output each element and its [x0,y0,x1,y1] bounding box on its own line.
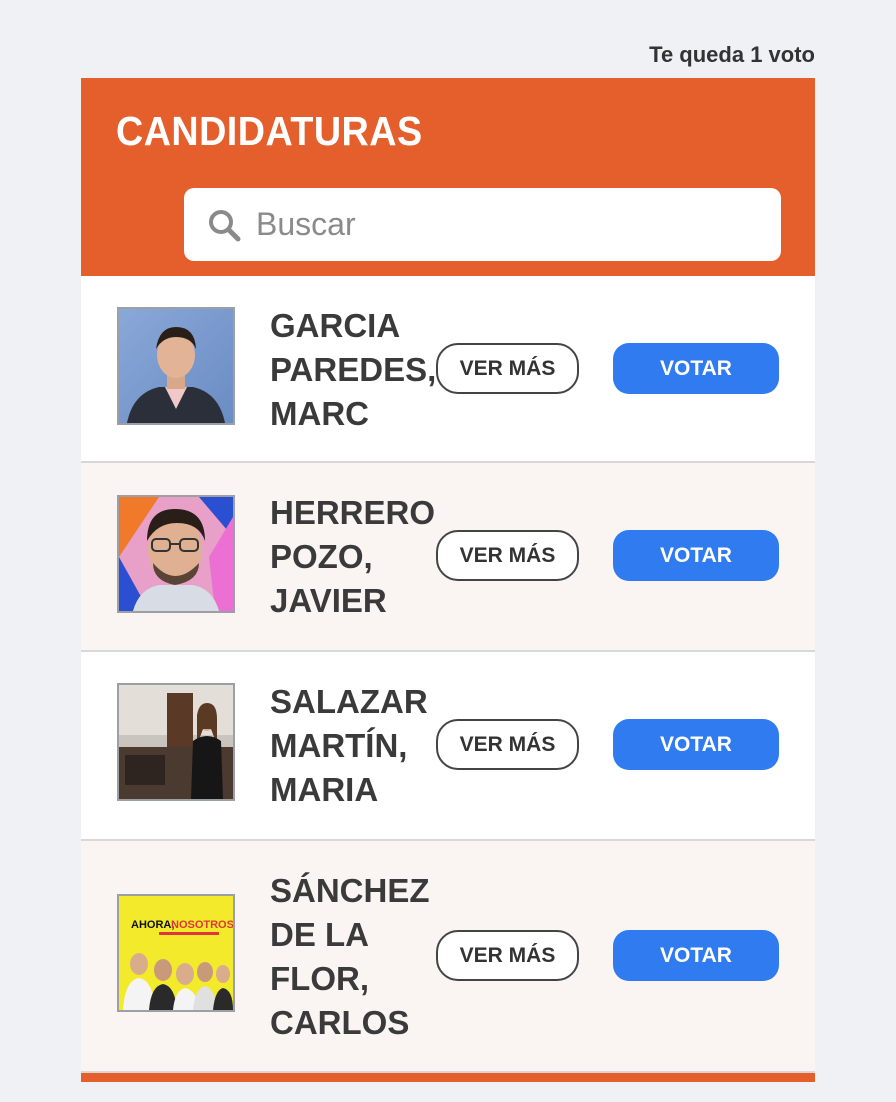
bottom-bar [81,1073,815,1082]
candidate-row: HERRERO POZO, JAVIER VER MÁS VOTAR [81,463,815,652]
candidate-row: AHORA, NOSOTROS SÁNCHEZ DE LA FLOR, CARL… [81,841,815,1073]
candidate-row: SALAZAR MARTÍN, MARIA VER MÁS VOTAR [81,652,815,841]
candidate-photo: AHORA, NOSOTROS [117,894,235,1012]
vote-button[interactable]: VOTAR [613,719,779,770]
candidate-row: GARCIA PAREDES, MARC VER MÁS VOTAR [81,276,815,463]
ver-mas-button[interactable]: VER MÁS [436,719,579,770]
vote-button[interactable]: VOTAR [613,530,779,581]
photo-text: AHORA, [131,919,174,931]
ver-mas-button[interactable]: VER MÁS [436,930,579,981]
candidate-name: HERRERO POZO, JAVIER [270,494,436,619]
votes-remaining: Te queda 1 voto [649,42,815,67]
candidate-name: SALAZAR MARTÍN, MARIA [270,683,428,808]
search-input[interactable] [256,206,736,243]
vote-button[interactable]: VOTAR [613,343,779,394]
ver-mas-button[interactable]: VER MÁS [436,530,579,581]
candidate-photo [117,495,235,613]
vote-button[interactable]: VOTAR [613,930,779,981]
candidate-photo [117,307,235,425]
search-icon [206,207,242,243]
candidates-panel: CANDIDATURAS Buscar GARCIA PAREDES, MARC… [81,78,815,1082]
search-box[interactable] [184,188,781,261]
photo-text: NOSOTROS [171,919,233,931]
candidate-name: SÁNCHEZ DE LA FLOR, CARLOS [270,872,430,1041]
panel-header: CANDIDATURAS [81,78,815,276]
page-title: CANDIDATURAS [116,108,423,154]
candidate-photo [117,683,235,801]
ver-mas-button[interactable]: VER MÁS [436,343,579,394]
candidate-name: GARCIA PAREDES, MARC [270,307,437,432]
